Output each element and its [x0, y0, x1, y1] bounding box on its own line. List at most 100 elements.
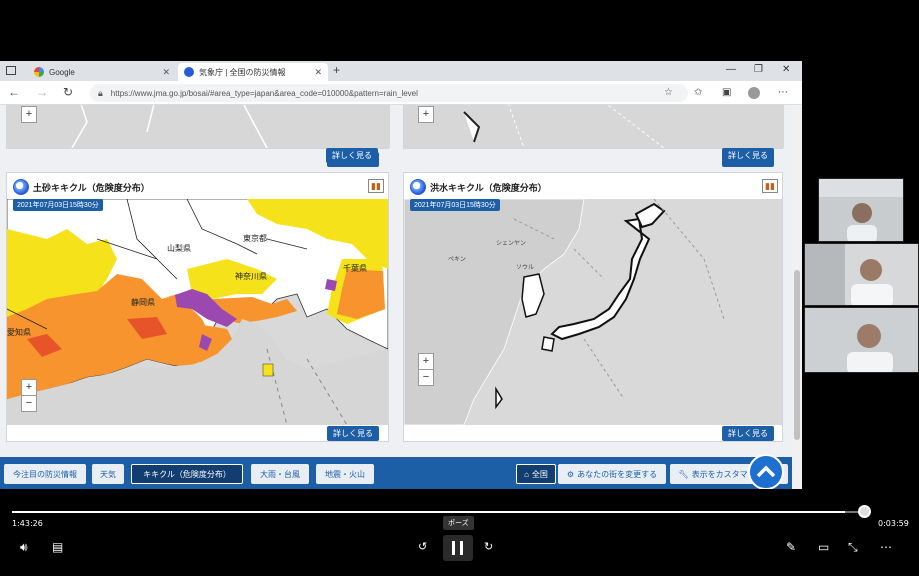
nav-kikikuru[interactable]: キキクル（危険度分布）: [131, 464, 243, 484]
restore-icon[interactable]: ❐: [754, 64, 763, 75]
close-icon[interactable]: ✕: [314, 67, 322, 78]
legend-book-icon[interactable]: ▮▮: [762, 179, 778, 193]
participant-avatar: [805, 244, 918, 305]
pause-button[interactable]: [443, 535, 473, 561]
video-stage: Google ✕ 気象庁 | 全国の防災情報 ✕ + — ❐ ✕ ← → ↻ 🔒…: [0, 0, 919, 576]
zoom-in-button[interactable]: +: [21, 106, 37, 123]
more-menu-icon[interactable]: ⋯: [778, 87, 788, 98]
home-icon: ⌂: [524, 469, 529, 479]
profile-avatar-icon[interactable]: [748, 87, 760, 99]
zoom-out-button[interactable]: −: [21, 395, 37, 412]
pen-icon[interactable]: ✎: [786, 540, 796, 554]
map-fragment: [404, 105, 784, 148]
seek-bar[interactable]: [12, 511, 862, 513]
map-label-yamanashi: 山梨県: [167, 243, 191, 253]
panel-title: 洪水キキクル（危険度分布）: [410, 179, 547, 195]
bottom-navigation: 今注目の防災情報 天気 キキクル（危険度分布） 大雨・台風 地震・火山 ⌂ 全国…: [0, 457, 792, 489]
seek-handle[interactable]: [858, 505, 871, 518]
map-fragment: [7, 105, 390, 148]
collections-icon[interactable]: ▣: [722, 87, 731, 98]
gear-icon: ⚙: [566, 469, 575, 479]
participant-avatar: [819, 179, 903, 241]
lock-icon: 🔒︎: [98, 87, 103, 98]
page-content: + 詳しく見る + 詳しく見る 詳しく見る 詳しく見る 土砂キキクル（危険度分布: [0, 105, 792, 489]
tab-bar: Google ✕ 気象庁 | 全国の防災情報 ✕ + — ❐ ✕: [0, 61, 802, 81]
chevron-up-icon: [756, 465, 776, 478]
add-favorite-icon[interactable]: ☆: [664, 87, 673, 98]
scroll-to-top-button[interactable]: [748, 454, 784, 489]
rewind-10-icon[interactable]: ↺: [418, 540, 427, 554]
zoom-in-button[interactable]: +: [21, 379, 37, 396]
nav-change-city[interactable]: ⚙ あなたの街を変更する: [558, 464, 666, 484]
zoom-out-button[interactable]: −: [418, 369, 434, 386]
forward-30-icon[interactable]: ↻: [484, 540, 493, 554]
panel-title-text: 洪水キキクル（危険度分布）: [430, 182, 547, 193]
reload-icon[interactable]: ↻: [63, 86, 73, 98]
favorites-icon[interactable]: ✩: [694, 87, 702, 98]
participant-avatar: [805, 308, 918, 372]
nav-nationwide[interactable]: ⌂ 全国: [516, 464, 556, 484]
captions-icon[interactable]: ▤: [52, 540, 63, 554]
page-scrollbar[interactable]: [792, 105, 802, 489]
participant-video-2[interactable]: [804, 243, 919, 306]
nav-featured-disaster-info[interactable]: 今注目の防災情報: [4, 464, 86, 484]
timestamp-badge: 2021年07月03日15時30分: [410, 199, 500, 211]
back-icon[interactable]: ←: [8, 86, 20, 98]
exit-fullscreen-icon[interactable]: ⤡: [848, 540, 858, 554]
detail-button[interactable]: 詳しく見る: [326, 148, 378, 163]
nav-weather[interactable]: 天気: [92, 464, 124, 484]
minimize-icon[interactable]: —: [726, 64, 736, 75]
map-label-seoul: ソウル: [516, 263, 534, 271]
flood-risk-map[interactable]: シェンヤン ペキン ソウル: [404, 199, 782, 425]
tab-title: 気象庁 | 全国の防災情報: [199, 67, 286, 77]
top-right-map-panel: + 詳しく見る: [403, 105, 784, 167]
miniplayer-icon[interactable]: ▭: [818, 540, 829, 554]
top-left-map-panel: + 詳しく見る: [6, 105, 390, 167]
legend-book-icon[interactable]: ▮▮: [368, 179, 384, 193]
current-time: 1:43:26: [12, 519, 43, 528]
map-label-shizuoka: 静岡県: [131, 297, 155, 307]
scrollbar-thumb[interactable]: [794, 270, 800, 440]
pause-icon: [452, 541, 463, 555]
address-bar: ← → ↻ 🔒︎ https://www.jma.go.jp/bosai/#ar…: [0, 81, 802, 105]
pause-tooltip: ポーズ: [443, 516, 474, 530]
jma-favicon-icon: [184, 67, 194, 77]
detail-button[interactable]: 詳しく見る: [722, 426, 774, 441]
map-label-beijing: ペキン: [448, 256, 466, 263]
seek-bar-fill: [12, 511, 845, 513]
detail-button[interactable]: 詳しく見る: [327, 426, 379, 441]
participant-video-1[interactable]: [818, 178, 904, 242]
forward-icon[interactable]: →: [36, 86, 48, 98]
zoom-in-button[interactable]: +: [418, 106, 434, 123]
flood-risk-panel: 洪水キキクル（危険度分布） ▮▮ 2021年07月03日15時30分 シェンヤン…: [403, 172, 783, 442]
detail-button[interactable]: 詳しく見る: [722, 148, 774, 163]
nav-change-city-label: あなたの街を変更する: [577, 469, 658, 479]
more-options-icon[interactable]: ⋯: [880, 540, 892, 554]
map-label-tokyo: 東京都: [243, 233, 267, 243]
jma-logo-icon: [13, 179, 29, 195]
jma-logo-icon: [410, 179, 426, 195]
tab-google[interactable]: Google ✕: [28, 63, 176, 81]
new-tab-icon[interactable]: +: [333, 63, 340, 77]
tab-actions-icon[interactable]: [6, 66, 16, 75]
volume-icon[interactable]: 🔊︎: [20, 540, 28, 554]
participant-video-3[interactable]: [804, 307, 919, 373]
tab-title: Google: [49, 67, 75, 77]
close-window-icon[interactable]: ✕: [782, 64, 790, 75]
google-favicon-icon: [34, 67, 44, 77]
map-label-aichi: 愛知県: [7, 327, 31, 337]
sediment-risk-panel: 土砂キキクル（危険度分布） ▮▮ 2021年07月03日15時30分 山梨県 東…: [6, 172, 389, 442]
sediment-risk-map[interactable]: 山梨県 東京都 神奈川県 千葉県 静岡県 愛知県: [7, 199, 388, 425]
nav-earthquake-volcano[interactable]: 地震・火山: [316, 464, 374, 484]
close-icon[interactable]: ✕: [162, 67, 170, 78]
panel-title: 土砂キキクル（危険度分布）: [13, 179, 150, 195]
tab-jma[interactable]: 気象庁 | 全国の防災情報 ✕: [178, 63, 328, 81]
map-label-shenyang: シェンヤン: [496, 240, 526, 247]
panel-title-text: 土砂キキクル（危険度分布）: [33, 182, 150, 193]
url-field[interactable]: 🔒︎ https://www.jma.go.jp/bosai/#area_typ…: [90, 84, 688, 102]
zoom-in-button[interactable]: +: [418, 353, 434, 370]
nav-nationwide-label: 全国: [531, 469, 548, 479]
nav-heavy-rain-typhoon[interactable]: 大雨・台風: [251, 464, 309, 484]
map-label-kanagawa: 神奈川県: [235, 271, 267, 281]
wrench-icon: 🔧︎: [678, 469, 689, 479]
